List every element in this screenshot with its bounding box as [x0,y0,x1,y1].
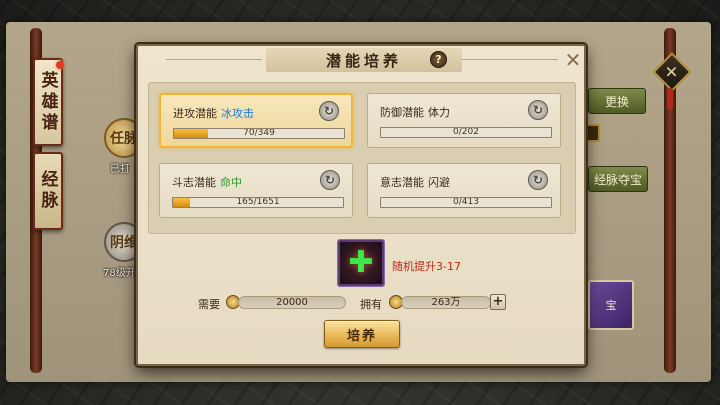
item-description: 随机提升3-17 [392,260,461,273]
question-mark-icon[interactable]: ? [430,51,447,68]
progress-bar: 70/349 [173,128,345,139]
need-amount: 20000 [238,296,346,309]
progress-text: 165/1651 [236,197,280,207]
background-slot [586,124,600,142]
title-divider-left [166,59,262,60]
progress-text: 70/349 [243,128,275,138]
potential-cultivation-dialog: 潜能培养 ? ✕ 进攻潜能 冰攻击 ↻ 70/349 防御潜能 体力 ↻ 0/2… [136,44,586,366]
notification-dot [56,61,64,69]
own-label: 拥有 [360,298,382,311]
progress-text: 0/413 [453,197,479,207]
title-divider-right [462,59,558,60]
potential-attribute: 命中 [220,176,242,189]
refresh-icon[interactable]: ↻ [319,101,339,121]
close-x-icon[interactable]: ✕ [563,50,583,70]
potential-panel: 进攻潜能 冰攻击 ↻ 70/349 防御潜能 体力 ↻ 0/202 斗志潜能 命… [148,82,576,234]
progress-bar: 165/1651 [172,197,344,208]
progress-bar: 0/413 [380,197,552,208]
potential-label: 进攻潜能 [173,107,217,120]
own-amount: 263万 [401,296,491,309]
meridian-treasure-button[interactable]: 经脉夺宝 [588,166,648,192]
side-tab-heroes[interactable]: 英雄谱 [33,58,63,146]
refresh-icon[interactable]: ↻ [528,100,548,120]
progress-text: 0/202 [453,127,479,137]
potential-attribute: 冰攻击 [221,107,254,120]
cultivate-button[interactable]: 培养 [324,320,400,348]
change-button[interactable]: 更换 [588,88,646,114]
potential-card-defense[interactable]: 防御潜能 体力 ↻ 0/202 [367,93,561,148]
green-plus-stone-icon[interactable]: ✚ [338,240,384,286]
side-tab-meridians[interactable]: 经脉 [33,152,63,230]
potential-card-attack[interactable]: 进攻潜能 冰攻击 ↻ 70/349 [159,93,353,148]
meridian-caption: 已打 [110,164,130,175]
potential-card-morale[interactable]: 斗志潜能 命中 ↻ 165/1651 [159,163,353,218]
potential-attribute: 闪避 [428,176,450,189]
potential-label: 防御潜能 [380,106,424,119]
add-currency-button[interactable]: + [490,294,506,310]
tassel-decoration [667,88,673,110]
need-label: 需要 [198,298,220,311]
potential-label: 意志潜能 [380,176,424,189]
progress-bar: 0/202 [380,127,552,138]
book-label: 宝 [605,299,617,312]
potential-attribute: 体力 [428,106,450,119]
potential-label: 斗志潜能 [172,176,216,189]
book-icon[interactable]: 宝 [588,280,634,330]
dialog-title: 潜能培养 [325,51,402,70]
refresh-icon[interactable]: ↻ [320,170,340,190]
potential-card-will[interactable]: 意志潜能 闪避 ↻ 0/413 [367,163,561,218]
meridian-level-caption: 78级开 [103,268,136,279]
refresh-icon[interactable]: ↻ [528,170,548,190]
plus-glyph: ✚ [348,245,374,280]
close-icon: ✕ [665,62,679,82]
